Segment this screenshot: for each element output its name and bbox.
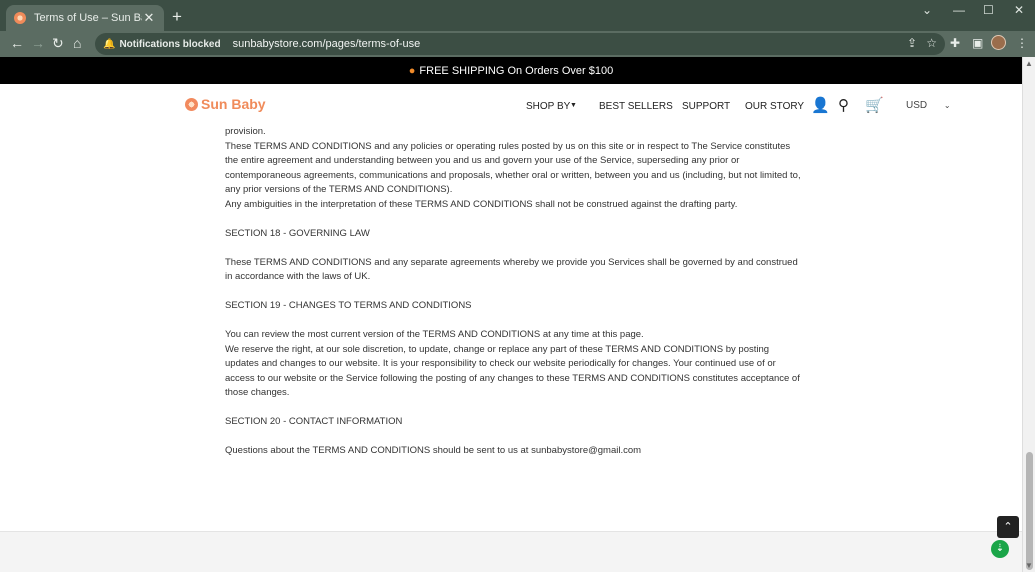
chat-icon: ⇣ bbox=[995, 543, 1005, 554]
paragraph: These TERMS AND CONDITIONS and any separ… bbox=[225, 256, 798, 283]
window-close-icon[interactable]: ✕ bbox=[1014, 3, 1024, 17]
sun-favicon-icon bbox=[14, 12, 26, 24]
browser-tab-strip: Terms of Use – Sun Baby ✕ + ⌄ — ☐ ✕ bbox=[0, 0, 1035, 31]
search-icon[interactable]: ⚲ bbox=[838, 96, 849, 114]
share-icon[interactable]: ⇪ bbox=[907, 36, 917, 50]
paragraph: Any ambiguities in the interpretation of… bbox=[225, 198, 738, 210]
back-to-top-button[interactable]: ⌃ bbox=[997, 516, 1019, 538]
paragraph: We reserve the right, at our sole discre… bbox=[225, 343, 800, 399]
announcement-bar: ● FREE SHIPPING On Orders Over $100 bbox=[0, 57, 1022, 84]
footer bbox=[0, 531, 1022, 572]
flame-icon: ● bbox=[408, 64, 416, 77]
paragraph: provision. bbox=[225, 126, 266, 137]
logo[interactable]: Sun Baby bbox=[185, 96, 266, 112]
browser-tab[interactable]: Terms of Use – Sun Baby ✕ bbox=[6, 5, 164, 31]
site-header: Sun Baby SHOP BY ▼ BEST SELLERS SUPPORT … bbox=[0, 84, 1022, 126]
paragraph: You can review the most current version … bbox=[225, 329, 644, 340]
back-icon[interactable]: ← bbox=[10, 35, 24, 51]
forward-icon[interactable]: → bbox=[31, 35, 45, 51]
extensions-icon[interactable]: ✚ bbox=[950, 36, 960, 50]
bell-blocked-icon: 🔔 bbox=[103, 38, 116, 50]
bookmark-star-icon[interactable]: ☆ bbox=[926, 36, 937, 50]
currency-selector[interactable]: USD ⌄ bbox=[906, 100, 951, 111]
page: Sun Baby SHOP BY ▼ BEST SELLERS SUPPORT … bbox=[0, 84, 1022, 572]
maximize-icon[interactable]: ☐ bbox=[983, 3, 994, 17]
url-text[interactable]: sunbabystore.com/pages/terms-of-use bbox=[233, 38, 421, 50]
paragraph: These TERMS AND CONDITIONS and any polic… bbox=[225, 140, 801, 196]
tab-title: Terms of Use – Sun Baby bbox=[34, 12, 142, 24]
side-panel-icon[interactable]: ▣ bbox=[972, 36, 983, 50]
tab-search-icon[interactable]: ⌄ bbox=[922, 3, 932, 17]
close-tab-icon[interactable]: ✕ bbox=[142, 10, 156, 26]
nav-support[interactable]: SUPPORT bbox=[682, 101, 730, 112]
nav-best-sellers[interactable]: BEST SELLERS bbox=[599, 101, 673, 112]
caret-down-icon[interactable]: ▼ bbox=[570, 102, 577, 109]
section-heading: SECTION 19 - CHANGES TO TERMS AND CONDIT… bbox=[225, 300, 472, 311]
logo-text: Sun Baby bbox=[201, 96, 266, 112]
nav-our-story[interactable]: OUR STORY bbox=[745, 101, 804, 112]
currency-value: USD bbox=[906, 100, 928, 111]
section-heading: SECTION 20 - CONTACT INFORMATION bbox=[225, 416, 403, 427]
new-tab-icon[interactable]: + bbox=[172, 7, 182, 27]
terms-content: provision. These TERMS AND CONDITIONS an… bbox=[225, 125, 805, 459]
chat-widget-button[interactable]: ⇣ bbox=[991, 540, 1009, 558]
announcement-text: FREE SHIPPING On Orders Over $100 bbox=[419, 64, 614, 77]
profile-avatar[interactable] bbox=[991, 35, 1006, 50]
sun-logo-icon bbox=[185, 97, 198, 111]
chevron-up-icon: ⌃ bbox=[1003, 521, 1013, 533]
address-bar[interactable]: 🔔 Notifications blocked sunbabystore.com… bbox=[95, 33, 945, 55]
chevron-down-icon: ⌄ bbox=[943, 101, 951, 110]
browser-toolbar: ← → ↻ ⌂ 🔔 Notifications blocked sunbabys… bbox=[0, 31, 1035, 57]
cart-icon[interactable]: 🛒 bbox=[865, 96, 884, 114]
paragraph: Questions about the TERMS AND CONDITIONS… bbox=[225, 445, 642, 456]
nav-shop-by[interactable]: SHOP BY bbox=[526, 101, 570, 112]
account-icon[interactable]: 👤 bbox=[811, 96, 830, 114]
scroll-up-icon[interactable]: ▲ bbox=[1025, 59, 1033, 68]
scrollbar-thumb[interactable] bbox=[1026, 452, 1033, 570]
home-icon[interactable]: ⌂ bbox=[73, 35, 81, 51]
notifications-blocked[interactable]: Notifications blocked bbox=[119, 39, 220, 50]
section-heading: SECTION 18 - GOVERNING LAW bbox=[225, 227, 370, 239]
scroll-down-icon[interactable]: ▼ bbox=[1025, 561, 1033, 570]
page-scrollbar[interactable]: ▲ ▼ bbox=[1022, 57, 1035, 572]
reload-icon[interactable]: ↻ bbox=[52, 35, 64, 52]
minimize-icon[interactable]: — bbox=[953, 3, 965, 17]
menu-icon[interactable]: ⋮ bbox=[1016, 36, 1028, 50]
